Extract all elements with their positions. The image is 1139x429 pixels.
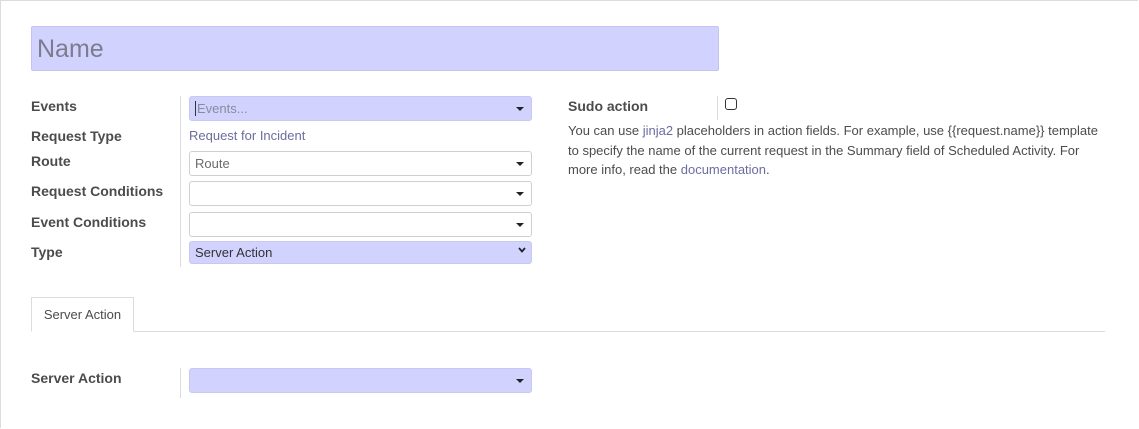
name-input[interactable]: Name [31,26,719,71]
type-value: Server Action [195,245,273,260]
tab-bar-line [31,331,1105,332]
chevron-down-icon [518,247,526,253]
help-text: You can use jinja2 placeholders in actio… [568,121,1108,180]
route-label: Route [31,153,71,169]
request-type-value[interactable]: Request for Incident [189,128,305,143]
caret-down-icon [516,379,524,383]
request-type-label: Request Type [31,128,122,144]
caret-down-icon [516,192,524,196]
caret-down-icon [516,223,524,227]
server-action-label: Server Action [31,370,122,386]
help-suffix: . [766,162,770,177]
events-placeholder: Events... [195,101,248,116]
sudo-action-label: Sudo action [568,98,649,114]
server-action-separator [180,368,181,398]
type-select[interactable]: Server Action [189,241,532,264]
sudo-separator [717,96,718,120]
route-select[interactable]: Route [189,151,532,176]
caret-down-icon [516,107,524,111]
route-value: Route [195,156,230,171]
server-action-select[interactable] [189,368,532,393]
request-conditions-label: Request Conditions [31,183,164,199]
help-prefix: You can use [568,123,643,138]
tab-server-action[interactable]: Server Action [31,297,134,332]
jinja2-link[interactable]: jinja2 [643,123,673,138]
documentation-link[interactable]: documentation [681,162,766,177]
events-label: Events [31,98,77,114]
sudo-action-checkbox[interactable] [725,98,737,110]
events-select[interactable]: Events... [189,96,532,121]
caret-down-icon [516,162,524,166]
label-separator [180,96,181,267]
event-conditions-label: Event Conditions [31,214,147,230]
type-label: Type [31,244,63,260]
event-conditions-select[interactable] [189,212,532,237]
request-conditions-select[interactable] [189,181,532,206]
